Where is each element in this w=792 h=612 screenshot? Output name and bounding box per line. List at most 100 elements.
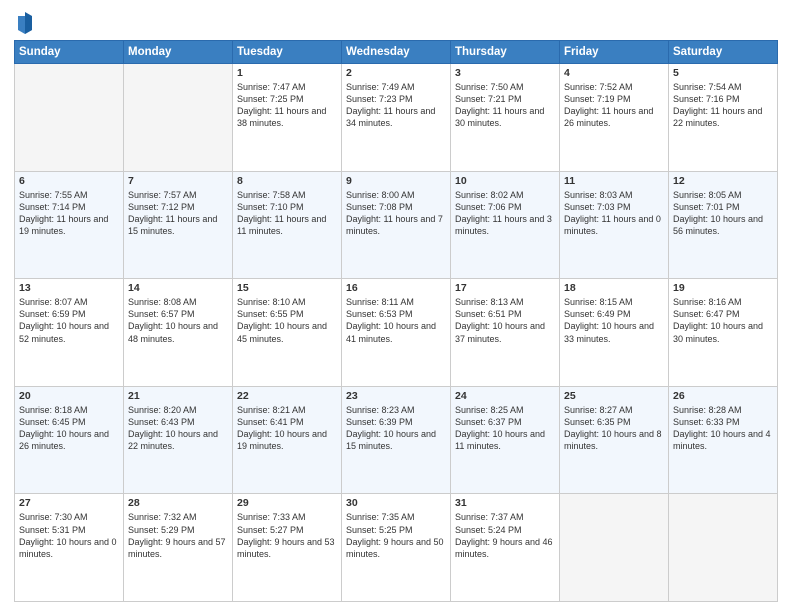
calendar-cell: 1 Sunrise: 7:47 AM Sunset: 7:25 PM Daylig… — [233, 64, 342, 172]
calendar-dow-tuesday: Tuesday — [233, 41, 342, 64]
day-number: 8 — [237, 175, 337, 187]
calendar-cell — [560, 494, 669, 602]
day-number: 4 — [564, 67, 664, 79]
calendar-cell: 6Sunrise: 7:55 AM Sunset: 7:14 PM Daylig… — [15, 171, 124, 279]
calendar-cell: 7 Sunrise: 7:57 AM Sunset: 7:12 PM Daylig… — [124, 171, 233, 279]
day-number: 7 — [128, 175, 228, 187]
calendar-cell: 16 Sunrise: 8:11 AM Sunset: 6:53 PM Dayli… — [342, 279, 451, 387]
day-info: Sunrise: 7:52 AM Sunset: 7:19 PM Dayligh… — [564, 81, 664, 130]
calendar-cell: 25 Sunrise: 8:27 AM Sunset: 6:35 PM Dayli… — [560, 386, 669, 494]
day-number: 9 — [346, 175, 446, 187]
day-info: Sunrise: 7:30 AM Sunset: 5:31 PM Dayligh… — [19, 511, 119, 560]
calendar-cell: 18 Sunrise: 8:15 AM Sunset: 6:49 PM Dayli… — [560, 279, 669, 387]
day-number: 24 — [455, 390, 555, 402]
day-info: Sunrise: 8:05 AM Sunset: 7:01 PM Dayligh… — [673, 189, 773, 238]
calendar-cell — [669, 494, 778, 602]
day-number: 20 — [19, 390, 119, 402]
day-info: Sunrise: 8:18 AM Sunset: 6:45 PM Dayligh… — [19, 404, 119, 453]
calendar-cell: 3 Sunrise: 7:50 AM Sunset: 7:21 PM Daylig… — [451, 64, 560, 172]
day-number: 2 — [346, 67, 446, 79]
logo — [14, 14, 34, 34]
calendar-week-3: 13 Sunrise: 8:07 AM Sunset: 6:59 PM Dayli… — [15, 279, 778, 387]
day-info: Sunrise: 7:57 AM Sunset: 7:12 PM Dayligh… — [128, 189, 228, 238]
day-number: 25 — [564, 390, 664, 402]
day-number: 28 — [128, 497, 228, 509]
day-number: 13 — [19, 282, 119, 294]
day-info: Sunrise: 7:35 AM Sunset: 5:25 PM Dayligh… — [346, 511, 446, 560]
day-info: Sunrise: 7:58 AM Sunset: 7:10 PM Dayligh… — [237, 189, 337, 238]
calendar-table: SundayMondayTuesdayWednesdayThursdayFrid… — [14, 40, 778, 602]
day-info: Sunrise: 8:08 AM Sunset: 6:57 PM Dayligh… — [128, 296, 228, 345]
day-number: 26 — [673, 390, 773, 402]
day-number: 19 — [673, 282, 773, 294]
day-number: 17 — [455, 282, 555, 294]
calendar-cell: 2 Sunrise: 7:49 AM Sunset: 7:23 PM Daylig… — [342, 64, 451, 172]
day-info: Sunrise: 8:28 AM Sunset: 6:33 PM Dayligh… — [673, 404, 773, 453]
calendar-week-5: 27 Sunrise: 7:30 AM Sunset: 5:31 PM Dayli… — [15, 494, 778, 602]
calendar-dow-thursday: Thursday — [451, 41, 560, 64]
calendar-cell: 23Sunrise: 8:23 AM Sunset: 6:39 PM Dayli… — [342, 386, 451, 494]
day-info: Sunrise: 8:25 AM Sunset: 6:37 PM Dayligh… — [455, 404, 555, 453]
calendar-cell: 14 Sunrise: 8:08 AM Sunset: 6:57 PM Dayli… — [124, 279, 233, 387]
calendar-week-4: 20 Sunrise: 8:18 AM Sunset: 6:45 PM Dayli… — [15, 386, 778, 494]
calendar-cell: 19 Sunrise: 8:16 AM Sunset: 6:47 PM Dayli… — [669, 279, 778, 387]
day-info: Sunrise: 8:27 AM Sunset: 6:35 PM Dayligh… — [564, 404, 664, 453]
day-info: Sunrise: 7:33 AM Sunset: 5:27 PM Dayligh… — [237, 511, 337, 560]
page: SundayMondayTuesdayWednesdayThursdayFrid… — [0, 0, 792, 612]
day-number: 22 — [237, 390, 337, 402]
day-number: 14 — [128, 282, 228, 294]
day-info: Sunrise: 7:50 AM Sunset: 7:21 PM Dayligh… — [455, 81, 555, 130]
day-number: 1 — [237, 67, 337, 79]
day-info: Sunrise: 7:37 AM Sunset: 5:24 PM Dayligh… — [455, 511, 555, 560]
day-number: 12 — [673, 175, 773, 187]
calendar-cell: 21Sunrise: 8:20 AM Sunset: 6:43 PM Dayli… — [124, 386, 233, 494]
header — [14, 10, 778, 34]
day-info: Sunrise: 8:03 AM Sunset: 7:03 PM Dayligh… — [564, 189, 664, 238]
day-number: 16 — [346, 282, 446, 294]
calendar-cell: 5Sunrise: 7:54 AM Sunset: 7:16 PM Daylig… — [669, 64, 778, 172]
day-number: 11 — [564, 175, 664, 187]
day-number: 3 — [455, 67, 555, 79]
day-info: Sunrise: 7:47 AM Sunset: 7:25 PM Dayligh… — [237, 81, 337, 130]
day-number: 10 — [455, 175, 555, 187]
day-info: Sunrise: 8:15 AM Sunset: 6:49 PM Dayligh… — [564, 296, 664, 345]
day-number: 18 — [564, 282, 664, 294]
calendar-cell: 31 Sunrise: 7:37 AM Sunset: 5:24 PM Dayli… — [451, 494, 560, 602]
day-number: 21 — [128, 390, 228, 402]
calendar-week-1: 1 Sunrise: 7:47 AM Sunset: 7:25 PM Daylig… — [15, 64, 778, 172]
calendar-cell: 30Sunrise: 7:35 AM Sunset: 5:25 PM Dayli… — [342, 494, 451, 602]
calendar-dow-saturday: Saturday — [669, 41, 778, 64]
day-info: Sunrise: 7:32 AM Sunset: 5:29 PM Dayligh… — [128, 511, 228, 560]
calendar-dow-monday: Monday — [124, 41, 233, 64]
calendar-week-2: 6Sunrise: 7:55 AM Sunset: 7:14 PM Daylig… — [15, 171, 778, 279]
logo-icon — [16, 12, 34, 34]
calendar-cell: 28 Sunrise: 7:32 AM Sunset: 5:29 PM Dayli… — [124, 494, 233, 602]
day-info: Sunrise: 8:07 AM Sunset: 6:59 PM Dayligh… — [19, 296, 119, 345]
day-info: Sunrise: 8:23 AM Sunset: 6:39 PM Dayligh… — [346, 404, 446, 453]
calendar-cell: 27 Sunrise: 7:30 AM Sunset: 5:31 PM Dayli… — [15, 494, 124, 602]
day-number: 6 — [19, 175, 119, 187]
calendar-cell: 12 Sunrise: 8:05 AM Sunset: 7:01 PM Dayli… — [669, 171, 778, 279]
calendar-cell: 15Sunrise: 8:10 AM Sunset: 6:55 PM Dayli… — [233, 279, 342, 387]
calendar-cell: 10 Sunrise: 8:02 AM Sunset: 7:06 PM Dayli… — [451, 171, 560, 279]
calendar-cell: 24 Sunrise: 8:25 AM Sunset: 6:37 PM Dayli… — [451, 386, 560, 494]
day-number: 31 — [455, 497, 555, 509]
calendar-dow-sunday: Sunday — [15, 41, 124, 64]
calendar-header-row: SundayMondayTuesdayWednesdayThursdayFrid… — [15, 41, 778, 64]
calendar-cell: 29 Sunrise: 7:33 AM Sunset: 5:27 PM Dayli… — [233, 494, 342, 602]
day-number: 27 — [19, 497, 119, 509]
day-info: Sunrise: 7:49 AM Sunset: 7:23 PM Dayligh… — [346, 81, 446, 130]
calendar-cell: 8 Sunrise: 7:58 AM Sunset: 7:10 PM Daylig… — [233, 171, 342, 279]
day-info: Sunrise: 8:16 AM Sunset: 6:47 PM Dayligh… — [673, 296, 773, 345]
calendar-cell — [15, 64, 124, 172]
day-number: 29 — [237, 497, 337, 509]
day-info: Sunrise: 8:11 AM Sunset: 6:53 PM Dayligh… — [346, 296, 446, 345]
calendar-cell — [124, 64, 233, 172]
calendar-cell: 17Sunrise: 8:13 AM Sunset: 6:51 PM Dayli… — [451, 279, 560, 387]
calendar-cell: 4 Sunrise: 7:52 AM Sunset: 7:19 PM Daylig… — [560, 64, 669, 172]
calendar-cell: 9 Sunrise: 8:00 AM Sunset: 7:08 PM Daylig… — [342, 171, 451, 279]
day-info: Sunrise: 8:02 AM Sunset: 7:06 PM Dayligh… — [455, 189, 555, 238]
calendar-cell: 26 Sunrise: 8:28 AM Sunset: 6:33 PM Dayli… — [669, 386, 778, 494]
day-info: Sunrise: 8:00 AM Sunset: 7:08 PM Dayligh… — [346, 189, 446, 238]
day-info: Sunrise: 7:54 AM Sunset: 7:16 PM Dayligh… — [673, 81, 773, 130]
